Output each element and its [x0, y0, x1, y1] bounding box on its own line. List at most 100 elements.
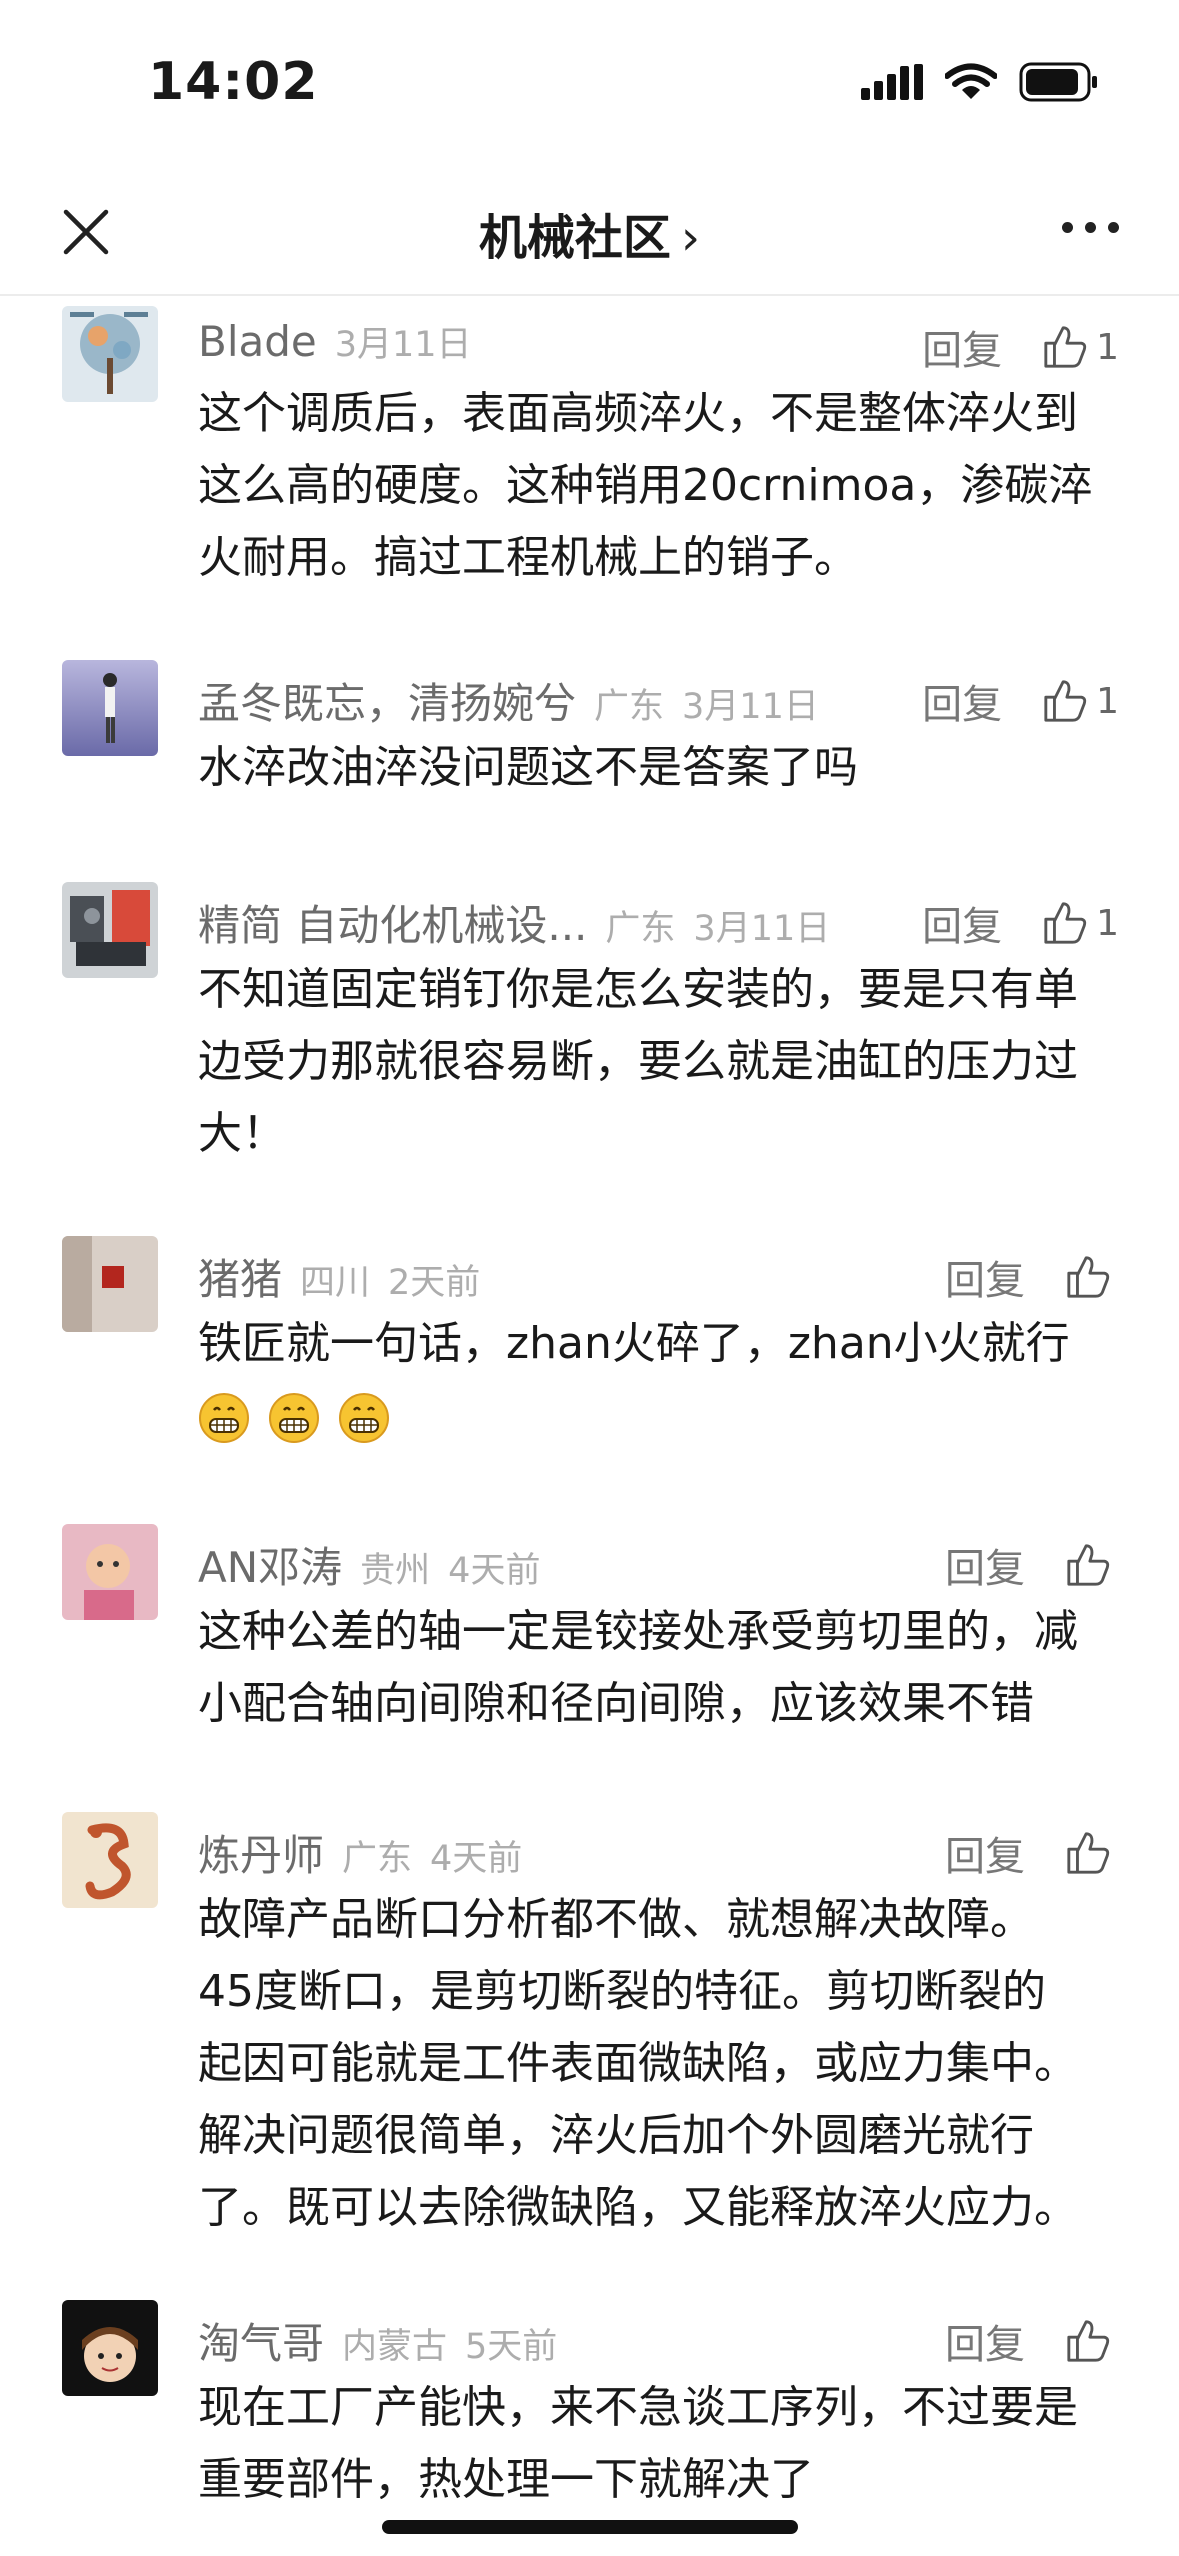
status-time: 14:02 — [148, 52, 319, 112]
comment-actions: 回复 1 — [922, 894, 1119, 952]
comment-date: 2天前 — [388, 1263, 481, 1303]
avatar[interactable] — [62, 1812, 158, 1908]
comment-author[interactable]: 孟冬既忘，清扬婉兮 — [198, 670, 576, 731]
comment-actions: 回复 — [945, 1536, 1119, 1594]
status-bar: 14:02 — [0, 0, 1179, 170]
comment-line: 这种公差的轴一定是铰接处承受剪切里的，减 — [198, 1606, 1078, 1657]
more-dot — [1085, 222, 1096, 233]
status-icons — [861, 62, 1099, 102]
reply-button[interactable]: 回复 — [945, 1248, 1025, 1306]
comment-date: 3月11日 — [682, 687, 819, 727]
battery-icon — [1019, 62, 1097, 102]
comment-actions: 回复 — [945, 2312, 1119, 2370]
like-button[interactable] — [1065, 1830, 1119, 1876]
like-count: 1 — [1096, 680, 1119, 722]
comment-line: 故障产品断口分析都不做、就想解决故障。 — [198, 1894, 1034, 1945]
comment-line: 重要部件，热处理一下就解决了 — [198, 2454, 814, 2505]
comment-meta: 淘气哥 内蒙古 5天前 — [198, 2310, 557, 2370]
like-button[interactable] — [1065, 2318, 1119, 2364]
avatar[interactable] — [62, 660, 158, 756]
reply-button[interactable]: 回复 — [922, 894, 1002, 952]
comment-line: 不知道固定销钉你是怎么安装的，要是只有单 — [198, 964, 1078, 1015]
comment-line: 火耐用。搞过工程机械上的销子。 — [198, 532, 858, 583]
comment-line: 边受力那就很容易断，要么就是油缸的压力过 — [198, 1036, 1078, 1087]
comment-meta: AN邓涛 贵州 4天前 — [198, 1534, 540, 1594]
comment-line: 水淬改油淬没问题这不是答案了吗 — [198, 742, 858, 793]
comment-date: 3月11日 — [693, 909, 831, 949]
avatar[interactable] — [62, 1236, 158, 1332]
comment-author[interactable]: Blade — [198, 317, 317, 366]
comment-author[interactable]: 炼丹师 — [198, 1822, 324, 1883]
community-title-link[interactable]: 机械社区 › — [0, 198, 1179, 268]
comment-actions: 回复 1 — [922, 672, 1119, 730]
reply-button[interactable]: 回复 — [922, 672, 1002, 730]
reply-button[interactable]: 回复 — [945, 2312, 1025, 2370]
thumbs-up-icon — [1067, 1832, 1110, 1874]
comment-meta: 猪猪 四川 2天前 — [198, 1246, 480, 1306]
comment-location: 四川 — [300, 1263, 371, 1303]
thumbs-up-icon — [1044, 902, 1087, 944]
reply-button[interactable]: 回复 — [945, 1824, 1025, 1882]
comment-line: 铁匠就一句话，zhan火碎了，zhan小火就行 — [198, 1318, 1070, 1369]
comment-meta: 孟冬既忘，清扬婉兮 广东 3月11日 — [198, 670, 819, 730]
comment-meta: 精简 自动化机械设... 广东 3月11日 — [198, 892, 830, 952]
comment-line: 45度断口，是剪切断裂的特征。剪切断裂的 — [198, 1966, 1046, 2017]
comment-actions: 回复 — [945, 1824, 1119, 1882]
comment-author[interactable]: AN邓涛 — [198, 1534, 342, 1595]
like-button[interactable] — [1065, 1254, 1119, 1300]
grinning-emoji-icon — [199, 1393, 249, 1443]
reply-button[interactable]: 回复 — [945, 1536, 1025, 1594]
comment-actions: 回复 1 — [922, 318, 1119, 376]
comment-author[interactable]: 淘气哥 — [198, 2310, 324, 2371]
comment-date: 3月11日 — [334, 325, 472, 365]
cellular-signal-icon — [861, 64, 923, 100]
comment-location: 广东 — [605, 909, 676, 949]
emoji-row — [198, 1380, 1118, 1452]
comment-line: 现在工厂产能快，来不急谈工序列，不过要是 — [198, 2382, 1078, 2433]
comment-date: 4天前 — [430, 1839, 523, 1879]
comment-line: 起因可能就是工件表面微缺陷，或应力集中。 — [198, 2038, 1078, 2089]
comment-actions: 回复 — [945, 1248, 1119, 1306]
like-button[interactable]: 1 — [1042, 324, 1119, 370]
comment-text: 这个调质后，表面高频淬火，不是整体淬火到 这么高的硬度。这种销用20crnimo… — [198, 378, 1118, 594]
avatar[interactable] — [62, 306, 158, 402]
nav-bar: 机械社区 › — [0, 170, 1179, 296]
reply-button[interactable]: 回复 — [922, 318, 1002, 376]
more-dot — [1062, 222, 1073, 233]
like-button[interactable]: 1 — [1042, 678, 1119, 724]
comment-location: 广东 — [342, 1839, 413, 1879]
comment-text: 不知道固定销钉你是怎么安装的，要是只有单 边受力那就很容易断，要么就是油缸的压力… — [198, 954, 1118, 1170]
thumbs-up-icon — [1067, 1256, 1110, 1298]
comment-line: 解决问题很简单，淬火后加个外圆磨光就行 — [198, 2110, 1034, 2161]
thumbs-up-icon — [1044, 326, 1087, 368]
comment-text: 水淬改油淬没问题这不是答案了吗 — [198, 732, 1118, 804]
comment-meta: Blade 3月11日 — [198, 316, 472, 376]
avatar[interactable] — [62, 2300, 158, 2396]
comment-text: 这种公差的轴一定是铰接处承受剪切里的，减 小配合轴向间隙和径向间隙，应该效果不错 — [198, 1596, 1118, 1740]
more-dot — [1108, 222, 1119, 233]
avatar[interactable] — [62, 882, 158, 978]
comment-meta: 炼丹师 广东 4天前 — [198, 1822, 522, 1882]
thumbs-up-icon — [1067, 1544, 1110, 1586]
like-button[interactable]: 1 — [1042, 900, 1119, 946]
comment-line: 了。既可以去除微缺陷，又能释放淬火应力。 — [198, 2182, 1078, 2233]
like-count: 1 — [1096, 902, 1119, 944]
thumbs-up-icon — [1044, 680, 1087, 722]
avatar[interactable] — [62, 1524, 158, 1620]
page-title: 机械社区 — [478, 210, 671, 266]
comment-date: 5天前 — [465, 2327, 558, 2367]
comment-author[interactable]: 精简 自动化机械设... — [198, 892, 587, 953]
grinning-emoji-icon — [269, 1393, 319, 1443]
more-options-button[interactable] — [1062, 222, 1119, 233]
comment-author[interactable]: 猪猪 — [198, 1246, 282, 1307]
like-count: 1 — [1096, 326, 1119, 368]
home-indicator[interactable] — [382, 2520, 798, 2534]
comment-text: 故障产品断口分析都不做、就想解决故障。 45度断口，是剪切断裂的特征。剪切断裂的… — [198, 1884, 1118, 2244]
comment-location: 内蒙古 — [342, 2327, 448, 2367]
comment-location: 贵州 — [360, 1551, 431, 1591]
comment-line: 小配合轴向间隙和径向间隙，应该效果不错 — [198, 1678, 1034, 1729]
like-button[interactable] — [1065, 1542, 1119, 1588]
comment-location: 广东 — [594, 687, 665, 727]
comment-line: 这个调质后，表面高频淬火，不是整体淬火到 — [198, 388, 1078, 439]
comment-text: 铁匠就一句话，zhan火碎了，zhan小火就行 — [198, 1308, 1118, 1452]
